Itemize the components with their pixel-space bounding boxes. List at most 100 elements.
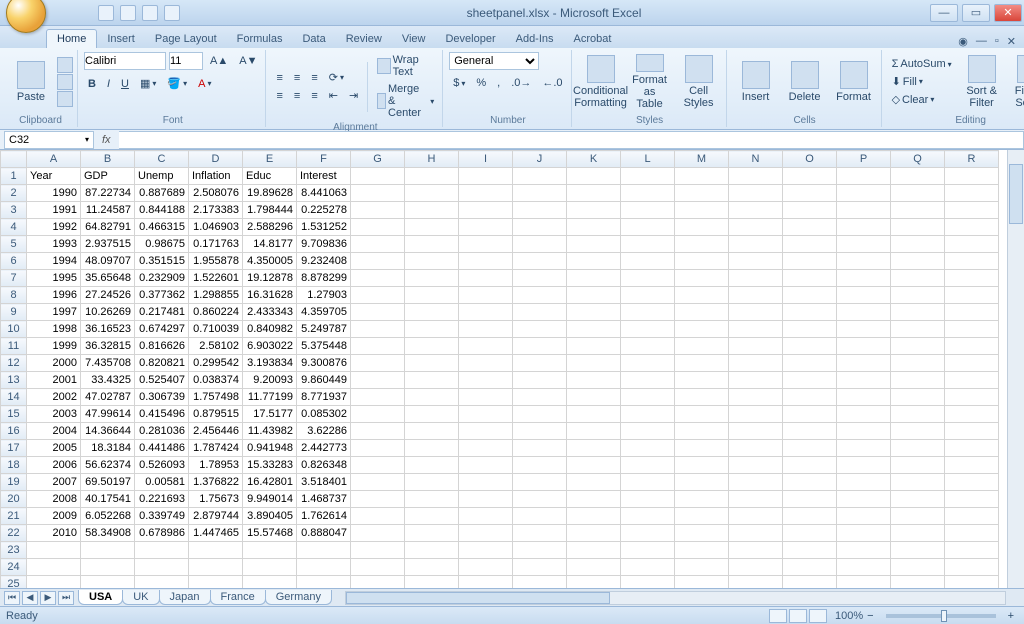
cell-Q21[interactable] [891, 508, 945, 525]
cell-I25[interactable] [459, 576, 513, 589]
align-center-button[interactable]: ≡ [290, 88, 304, 104]
cell-M7[interactable] [675, 270, 729, 287]
cell-Q10[interactable] [891, 321, 945, 338]
cell-Q20[interactable] [891, 491, 945, 508]
cell-H2[interactable] [405, 185, 459, 202]
cell-B6[interactable]: 48.09707 [81, 253, 135, 270]
cell-C24[interactable] [135, 559, 189, 576]
cell-I8[interactable] [459, 287, 513, 304]
cell-N4[interactable] [729, 219, 783, 236]
cell-H25[interactable] [405, 576, 459, 589]
cell-E1[interactable]: Educ [243, 168, 297, 185]
cell-F9[interactable]: 4.359705 [297, 304, 351, 321]
cell-A19[interactable]: 2007 [27, 474, 81, 491]
cell-C6[interactable]: 0.351515 [135, 253, 189, 270]
cell-O16[interactable] [783, 423, 837, 440]
cell-I1[interactable] [459, 168, 513, 185]
cell-C17[interactable]: 0.441486 [135, 440, 189, 457]
cell-O9[interactable] [783, 304, 837, 321]
cell-I23[interactable] [459, 542, 513, 559]
cell-F7[interactable]: 8.878299 [297, 270, 351, 287]
cell-L14[interactable] [621, 389, 675, 406]
cell-A20[interactable]: 2008 [27, 491, 81, 508]
find-select-button[interactable]: Find & Select [1008, 52, 1024, 112]
column-header-B[interactable]: B [81, 151, 135, 168]
cell-G11[interactable] [351, 338, 405, 355]
cell-H7[interactable] [405, 270, 459, 287]
cell-K23[interactable] [567, 542, 621, 559]
cell-I12[interactable] [459, 355, 513, 372]
cell-P14[interactable] [837, 389, 891, 406]
cell-M5[interactable] [675, 236, 729, 253]
cell-B19[interactable]: 69.50197 [81, 474, 135, 491]
cell-H8[interactable] [405, 287, 459, 304]
cell-O5[interactable] [783, 236, 837, 253]
cell-R5[interactable] [945, 236, 999, 253]
cell-D15[interactable]: 0.879515 [189, 406, 243, 423]
cell-M15[interactable] [675, 406, 729, 423]
cell-G3[interactable] [351, 202, 405, 219]
conditional-formatting-button[interactable]: Conditional Formatting [578, 52, 624, 112]
cell-P24[interactable] [837, 559, 891, 576]
cell-H11[interactable] [405, 338, 459, 355]
italic-button[interactable]: I [103, 76, 114, 92]
column-header-M[interactable]: M [675, 151, 729, 168]
cell-P13[interactable] [837, 372, 891, 389]
cell-D9[interactable]: 0.860224 [189, 304, 243, 321]
tab-formulas[interactable]: Formulas [227, 30, 293, 48]
cell-J16[interactable] [513, 423, 567, 440]
cell-A18[interactable]: 2006 [27, 457, 81, 474]
cell-K25[interactable] [567, 576, 621, 589]
cell-C25[interactable] [135, 576, 189, 589]
cell-E11[interactable]: 6.903022 [243, 338, 297, 355]
cell-M2[interactable] [675, 185, 729, 202]
cell-C7[interactable]: 0.232909 [135, 270, 189, 287]
cell-I7[interactable] [459, 270, 513, 287]
cell-D21[interactable]: 2.879744 [189, 508, 243, 525]
zoom-slider[interactable] [886, 614, 996, 618]
cell-J1[interactable] [513, 168, 567, 185]
cell-A7[interactable]: 1995 [27, 270, 81, 287]
cell-A16[interactable]: 2004 [27, 423, 81, 440]
cell-R16[interactable] [945, 423, 999, 440]
cell-A10[interactable]: 1998 [27, 321, 81, 338]
cell-J13[interactable] [513, 372, 567, 389]
cell-M9[interactable] [675, 304, 729, 321]
name-box[interactable]: C32▾ [4, 131, 94, 149]
cell-H6[interactable] [405, 253, 459, 270]
cell-A13[interactable]: 2001 [27, 372, 81, 389]
cell-R25[interactable] [945, 576, 999, 589]
cell-E17[interactable]: 0.941948 [243, 440, 297, 457]
cell-O4[interactable] [783, 219, 837, 236]
cell-E9[interactable]: 2.433343 [243, 304, 297, 321]
column-header-F[interactable]: F [297, 151, 351, 168]
cell-P21[interactable] [837, 508, 891, 525]
sheet-tab-uk[interactable]: UK [122, 590, 159, 605]
cell-M18[interactable] [675, 457, 729, 474]
vertical-scrollbar[interactable] [1007, 150, 1024, 588]
grow-font-button[interactable]: A▲ [206, 53, 232, 69]
cell-J14[interactable] [513, 389, 567, 406]
row-header-22[interactable]: 22 [1, 525, 27, 542]
cell-F11[interactable]: 5.375448 [297, 338, 351, 355]
zoom-out-button[interactable]: − [863, 608, 877, 624]
cell-A24[interactable] [27, 559, 81, 576]
cell-I11[interactable] [459, 338, 513, 355]
cell-O24[interactable] [783, 559, 837, 576]
cell-H19[interactable] [405, 474, 459, 491]
cell-D24[interactable] [189, 559, 243, 576]
cell-D12[interactable]: 0.299542 [189, 355, 243, 372]
row-header-12[interactable]: 12 [1, 355, 27, 372]
cell-P19[interactable] [837, 474, 891, 491]
cell-Q9[interactable] [891, 304, 945, 321]
cell-G24[interactable] [351, 559, 405, 576]
cell-N13[interactable] [729, 372, 783, 389]
cell-D6[interactable]: 1.955878 [189, 253, 243, 270]
cell-O3[interactable] [783, 202, 837, 219]
cell-B10[interactable]: 36.16523 [81, 321, 135, 338]
cell-F15[interactable]: 0.085302 [297, 406, 351, 423]
cell-H9[interactable] [405, 304, 459, 321]
cell-R12[interactable] [945, 355, 999, 372]
cell-Q5[interactable] [891, 236, 945, 253]
cell-N3[interactable] [729, 202, 783, 219]
